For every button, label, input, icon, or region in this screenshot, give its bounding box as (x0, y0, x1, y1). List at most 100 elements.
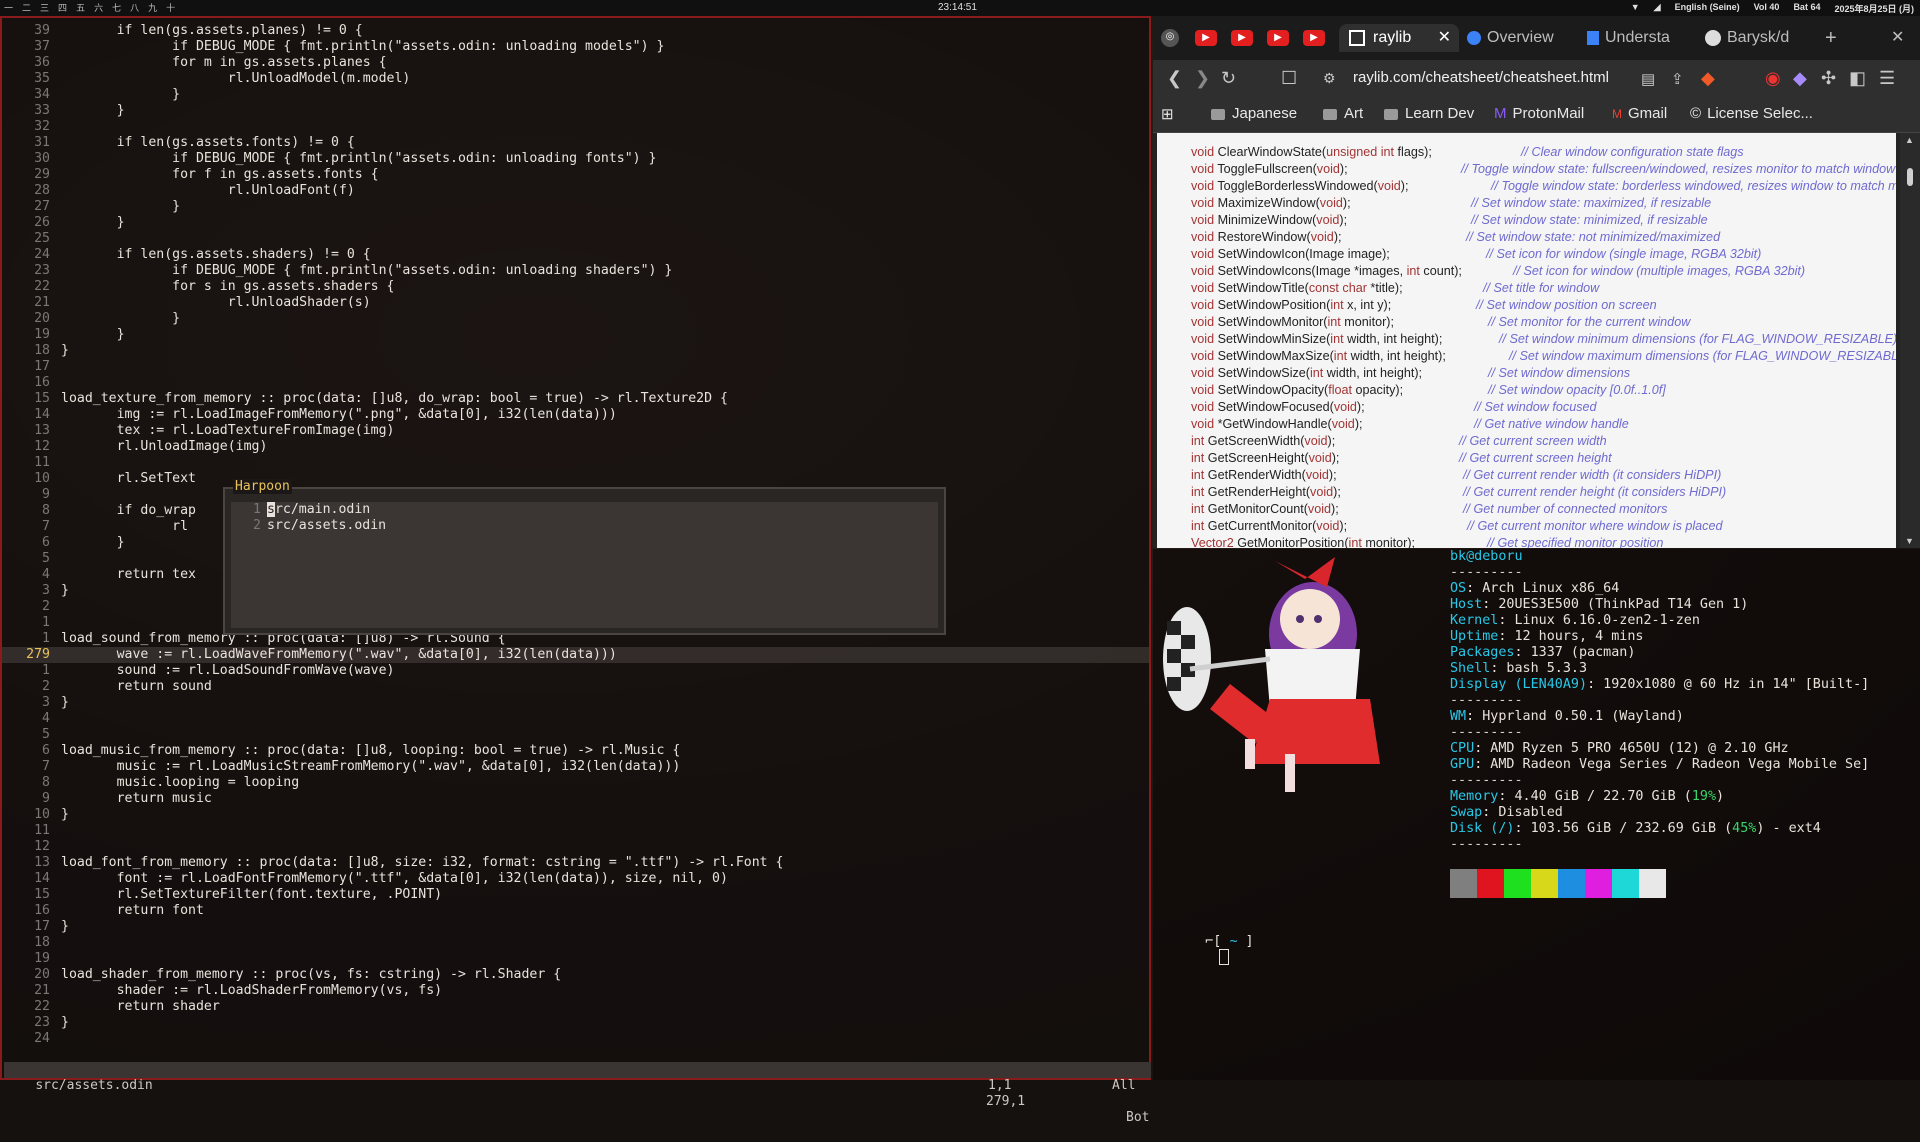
sidebar-icon[interactable]: ◧ (1849, 68, 1866, 89)
workspace-5[interactable]: 五 (76, 1, 85, 14)
tab-youtube-1[interactable]: ▶ (1195, 24, 1217, 52)
bookmark-gmail[interactable]: M Gmail (1612, 105, 1667, 122)
harpoon-item[interactable]: 2 src/assets.odin (231, 518, 386, 534)
code-line[interactable]: 23} (2, 1015, 1149, 1031)
code-line[interactable]: 12 rl.UnloadImage(img) (2, 439, 1149, 455)
vim-cmdline[interactable]: 1,1 All (4, 1078, 1151, 1094)
code-line[interactable]: 33 } (2, 103, 1149, 119)
bookmark-license[interactable]: © License Selec... (1690, 105, 1813, 122)
code-line[interactable]: 1 sound := rl.LoadSoundFromWave(wave) (2, 663, 1149, 679)
code-line[interactable]: 13 tex := rl.LoadTextureFromImage(img) (2, 423, 1149, 439)
code-line[interactable]: 21 shader := rl.LoadShaderFromMemory(vs,… (2, 983, 1149, 999)
code-line[interactable]: 31 if len(gs.assets.fonts) != 0 { (2, 135, 1149, 151)
tab-github[interactable]: Barysk/d (1705, 24, 1789, 52)
code-line[interactable]: 25 (2, 231, 1149, 247)
workspace-6[interactable]: 六 (94, 1, 103, 14)
url-field[interactable]: raylib.com/cheatsheet/cheatsheet.html (1353, 69, 1609, 86)
tab-youtube-2[interactable]: ▶ (1231, 24, 1253, 52)
code-line[interactable]: 28 rl.UnloadFont(f) (2, 183, 1149, 199)
code-line[interactable]: 13 load_font_from_memory :: proc(data: []… (2, 855, 1149, 871)
tab-overview[interactable]: Overview (1467, 24, 1554, 52)
code-line[interactable]: 14 font := rl.LoadFontFromMemory(".ttf",… (2, 871, 1149, 887)
bookmark-learn-dev[interactable]: Learn Dev (1384, 105, 1474, 122)
workspace-4[interactable]: 四 (58, 1, 67, 14)
code-line[interactable]: 18} (2, 343, 1149, 359)
scroll-down-icon[interactable]: ▼ (1905, 536, 1914, 546)
cheatsheet-page[interactable]: void ClearWindowState(unsigned int flags… (1157, 133, 1896, 548)
code-line[interactable]: 11 (2, 455, 1149, 471)
code-line[interactable]: 21 rl.UnloadShader(s) (2, 295, 1149, 311)
send-icon[interactable]: ◢ (1654, 2, 1661, 15)
code-line[interactable]: 12 (2, 839, 1149, 855)
code-line[interactable]: 24 (2, 1031, 1149, 1047)
back-icon[interactable]: ❮ (1167, 68, 1182, 89)
workspace-8[interactable]: 八 (130, 1, 139, 14)
apps-icon[interactable]: ⊞ (1161, 105, 1174, 123)
harpoon-popup[interactable]: Harpoon 1 src/main.odin 2 src/assets.odin (223, 479, 946, 635)
tab-youtube-3[interactable]: ▶ (1267, 24, 1289, 52)
page-scrollbar[interactable]: ▲ ▼ (1900, 133, 1920, 548)
code-line[interactable]: 36 for m in gs.assets.planes { (2, 55, 1149, 71)
close-tab-icon[interactable]: ✕ (1438, 24, 1451, 52)
code-line[interactable]: 32 (2, 119, 1149, 135)
harpoon-list[interactable]: 1 src/main.odin 2 src/assets.odin (231, 502, 938, 628)
code-line[interactable]: 9 return music (2, 791, 1149, 807)
tab-raylib[interactable]: raylib ✕ (1339, 24, 1459, 52)
reader-icon[interactable]: ▤ (1641, 70, 1655, 88)
code-line[interactable]: 16 (2, 375, 1149, 391)
workspace-3[interactable]: 三 (40, 1, 49, 14)
code-line[interactable]: 15 load_texture_from_memory :: proc(data:… (2, 391, 1149, 407)
record-icon[interactable]: ◉ (1765, 68, 1781, 89)
code-line[interactable]: 19 (2, 951, 1149, 967)
code-line[interactable]: 39 if len(gs.assets.planes) != 0 { (2, 23, 1149, 39)
code-line[interactable]: 14 img := rl.LoadImageFromMemory(".png",… (2, 407, 1149, 423)
keyboard-layout[interactable]: English (Seine) (1675, 2, 1740, 15)
browser-window[interactable]: ◎ ▶ ▶ ▶ ▶ raylib ✕ Overview Understa Bar… (1153, 16, 1920, 548)
code-line[interactable]: 10} (2, 807, 1149, 823)
tab-extension[interactable]: ◎ (1161, 24, 1179, 52)
site-settings-icon[interactable]: ⚙ (1323, 70, 1336, 87)
code-line[interactable]: 29 for f in gs.assets.fonts { (2, 167, 1149, 183)
workspace-7[interactable]: 七 (112, 1, 121, 14)
code-line[interactable]: 35 rl.UnloadModel(m.model) (2, 71, 1149, 87)
code-line[interactable]: 30 if DEBUG_MODE { fmt.println("assets.o… (2, 151, 1149, 167)
code-line[interactable]: 22 for s in gs.assets.shaders { (2, 279, 1149, 295)
code-line[interactable]: 3} (2, 695, 1149, 711)
terminal-window[interactable]: bk@deboru --------- OS: Arch Linux x86_6… (1153, 549, 1920, 1080)
code-line[interactable]: 18 (2, 935, 1149, 951)
code-line[interactable]: 279 wave := rl.LoadWaveFromMemory(".wav"… (2, 647, 1149, 663)
vim-editor-window[interactable]: 39 if len(gs.assets.planes) != 0 {37 if … (0, 16, 1151, 1125)
bookmark-protonmail[interactable]: M ProtonMail (1494, 105, 1584, 122)
code-line[interactable]: 5 (2, 727, 1149, 743)
brave-shield-icon[interactable]: ◆ (1701, 68, 1715, 89)
close-window-icon[interactable]: ✕ (1891, 24, 1904, 52)
workspace-1[interactable]: 一 (4, 1, 13, 14)
code-line[interactable]: 2 return sound (2, 679, 1149, 695)
bookmark-art[interactable]: Art (1323, 105, 1363, 122)
code-line[interactable]: 20 } (2, 311, 1149, 327)
extension-icon[interactable]: ◆ (1793, 68, 1807, 89)
shell-prompt[interactable]: ⌐[ ~ ] (1173, 919, 1254, 980)
code-line[interactable]: 37 if DEBUG_MODE { fmt.println("assets.o… (2, 39, 1149, 55)
workspace-2[interactable]: 二 (22, 1, 31, 14)
menu-icon[interactable]: ☰ (1879, 68, 1895, 89)
code-line[interactable]: 27 } (2, 199, 1149, 215)
bookmark-icon[interactable]: ☐ (1281, 68, 1297, 89)
code-line[interactable]: 16 return font (2, 903, 1149, 919)
new-tab-button[interactable]: + (1825, 24, 1837, 52)
code-line[interactable]: 7 music := rl.LoadMusicStreamFromMemory(… (2, 759, 1149, 775)
scrollbar-thumb[interactable] (1907, 168, 1913, 186)
wifi-icon[interactable]: ▼ (1631, 2, 1640, 15)
forward-icon[interactable]: ❯ (1195, 68, 1210, 89)
code-line[interactable]: 17} (2, 919, 1149, 935)
code-line[interactable]: 8 music.looping = looping (2, 775, 1149, 791)
workspace-10[interactable]: 十 (166, 1, 175, 14)
reload-icon[interactable]: ↻ (1221, 68, 1236, 89)
code-line[interactable]: 10 rl.SetText (2, 471, 1149, 487)
code-line[interactable]: 4 (2, 711, 1149, 727)
code-line[interactable]: 19 } (2, 327, 1149, 343)
tab-understand[interactable]: Understa (1587, 24, 1670, 52)
code-line[interactable]: 6 load_music_from_memory :: proc(data: []… (2, 743, 1149, 759)
code-line[interactable]: 17 (2, 359, 1149, 375)
code-line[interactable]: 34 } (2, 87, 1149, 103)
